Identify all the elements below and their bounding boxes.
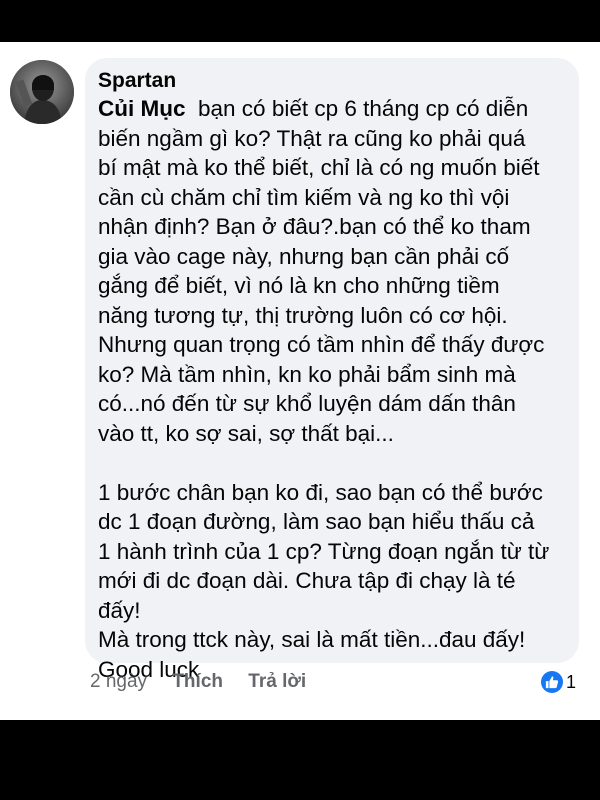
text-line: Mà trong ttck này, sai là mất tiền...đau… xyxy=(98,627,526,652)
comment-screen: Spartan Củi Mục bạn có biết cp 6 tháng c… xyxy=(0,42,600,720)
text-line: bạn có biết cp 6 tháng cp có diễn xyxy=(198,96,529,121)
reply-button[interactable]: Trả lời xyxy=(248,668,306,696)
spartan-avatar-icon xyxy=(10,60,74,124)
text-line: biến ngầm gì ko? Thật ra cũng ko phải qu… xyxy=(98,125,526,151)
text-line: bí mật mà ko thể biết, chỉ là có ng muốn… xyxy=(98,155,540,180)
thumbs-up-icon xyxy=(540,671,563,693)
comment-time[interactable]: 2 ngày xyxy=(90,668,147,696)
text-line: mới đi dc đoạn dài. Chưa tập đi chạy là … xyxy=(98,568,516,593)
comment-author[interactable]: Spartan xyxy=(98,68,565,94)
text-line: cần cù chăm chỉ tìm kiếm và ng ko thì vộ… xyxy=(98,184,510,210)
text-line: năng tương tự, thị trường luôn có cơ hội… xyxy=(98,302,508,328)
text-line: gia vào cage này, nhưng bạn cần phải cố xyxy=(98,243,510,269)
text-line: dc 1 đoạn đường, làm sao bạn hiểu thấu c… xyxy=(98,509,535,534)
text-line: vào tt, ko sợ sai, sợ thất bại... xyxy=(98,420,394,446)
comment-actions: 2 ngày Thích Trả lời 1 xyxy=(90,668,590,696)
text-line: có...nó đến từ sự khổ luyện dám dấn thân xyxy=(98,391,516,416)
comment-bubble: Spartan Củi Mục bạn có biết cp 6 tháng c… xyxy=(85,58,579,682)
like-button[interactable]: Thích xyxy=(172,668,223,696)
paragraph-1: Củi Mục bạn có biết cp 6 tháng cp có diễ… xyxy=(98,94,565,448)
reaction-count: 1 xyxy=(565,672,576,692)
text-line: Nhưng quan trọng có tầm nhìn để thấy đượ… xyxy=(98,332,545,357)
text-line: gắng để biết, vì nó là kn cho những tiềm xyxy=(98,273,500,298)
text-line: ko? Mà tầm nhìn, kn ko phải bẩm sinh mà xyxy=(98,361,516,387)
mention-tag[interactable]: Củi Mục xyxy=(98,96,186,121)
avatar[interactable] xyxy=(10,60,74,124)
text-line: đấy! xyxy=(98,597,141,623)
paragraph-2: 1 bước chân bạn ko đi, sao bạn có thể bư… xyxy=(98,478,565,685)
comment-text: Củi Mục bạn có biết cp 6 tháng cp có diễ… xyxy=(98,94,565,684)
text-line: nhận định? Bạn ở đâu?.bạn có thể ko tham xyxy=(98,214,531,239)
text-line: 1 bước chân bạn ko đi, sao bạn có thể bư… xyxy=(98,479,543,505)
reaction-summary[interactable]: 1 xyxy=(540,668,576,696)
text-line: 1 hành trình của 1 cp? Từng đoạn ngắn từ… xyxy=(98,538,550,564)
